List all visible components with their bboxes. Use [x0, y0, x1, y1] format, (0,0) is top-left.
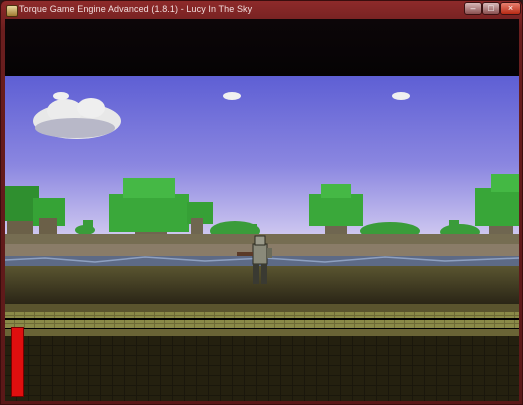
minimize-button[interactable]: –: [464, 2, 482, 15]
game-window: Torque Game Engine Advanced (1.8.1) - Lu…: [0, 0, 523, 405]
close-button[interactable]: ×: [500, 2, 521, 15]
app-icon: [6, 5, 18, 17]
game-scene: [5, 76, 519, 401]
dark-floor: [5, 336, 519, 401]
title-bar[interactable]: Torque Game Engine Advanced (1.8.1) - Lu…: [1, 1, 523, 19]
maximize-button[interactable]: □: [482, 2, 500, 15]
health-bar: [11, 327, 24, 397]
sky: [5, 76, 519, 236]
letterbox-top: [5, 19, 519, 76]
window-title: Torque Game Engine Advanced (1.8.1) - Lu…: [19, 4, 253, 14]
game-viewport[interactable]: [5, 19, 519, 401]
